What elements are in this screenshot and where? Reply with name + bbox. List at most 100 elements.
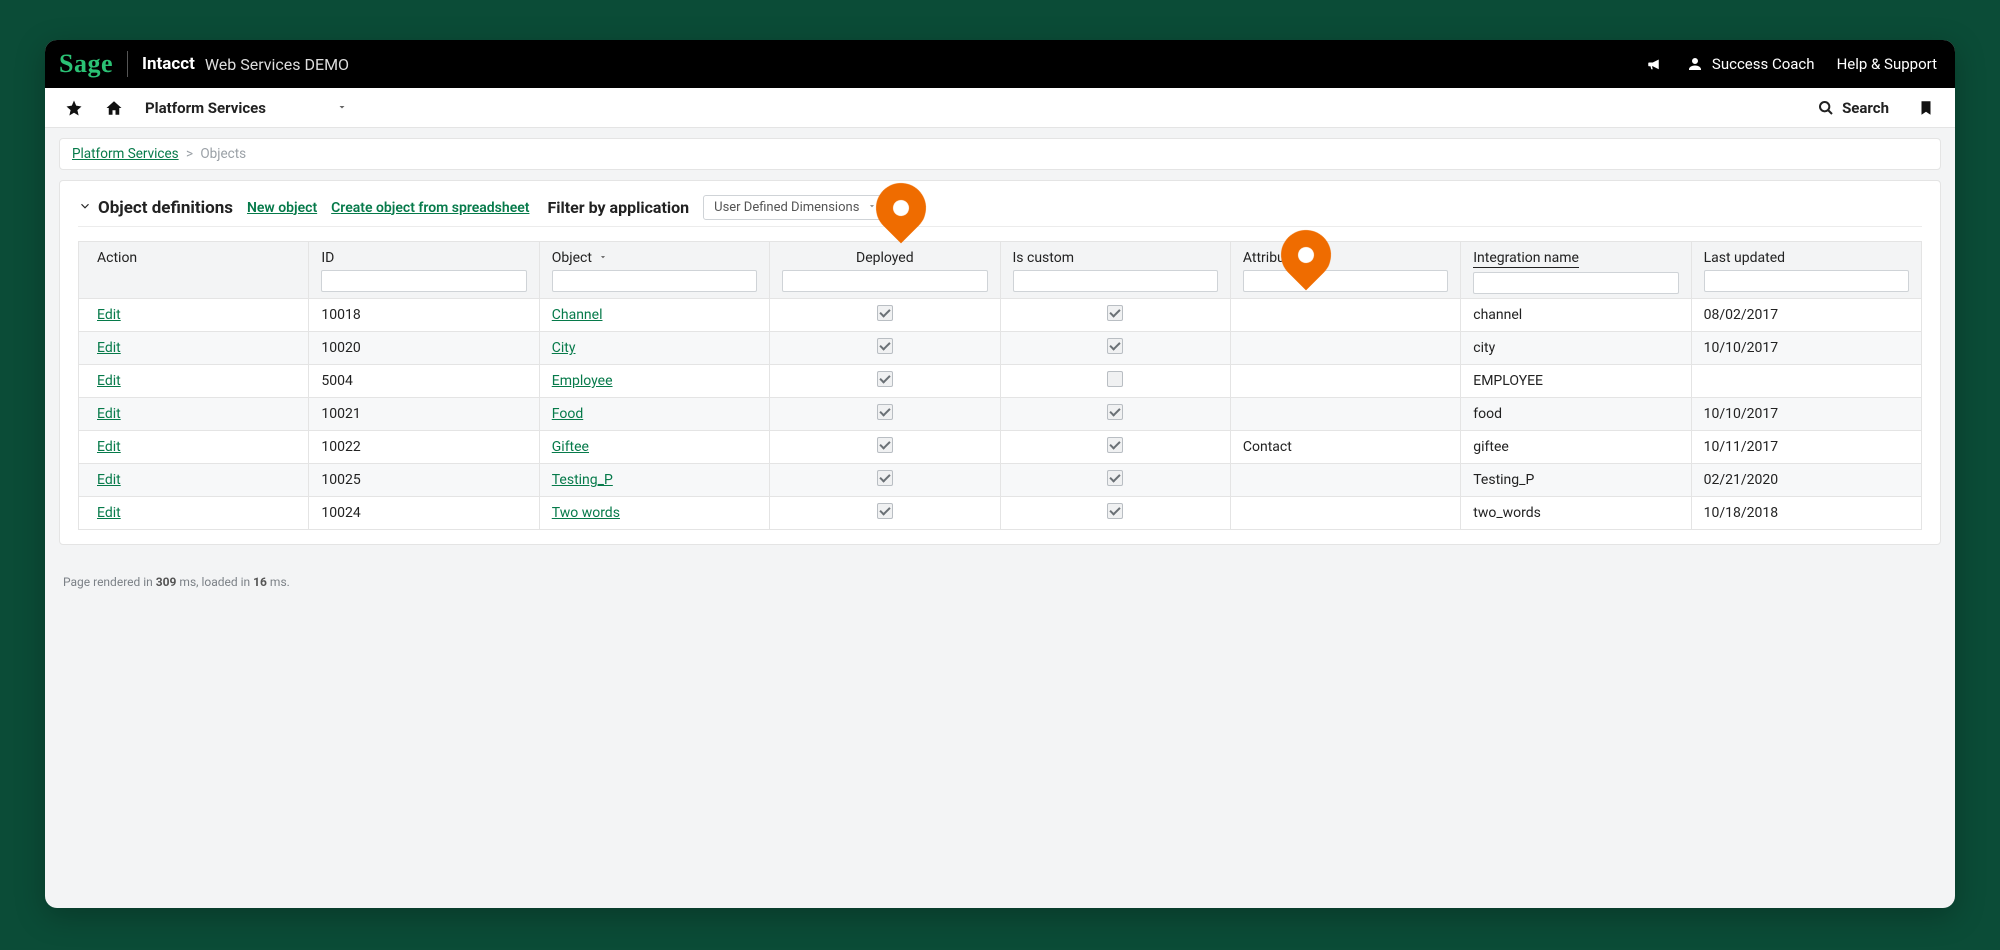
col-deployed: Deployed [770, 242, 1000, 299]
edit-link[interactable]: Edit [97, 340, 121, 356]
create-from-spreadsheet-link[interactable]: Create object from spreadsheet [331, 200, 529, 216]
object-link[interactable]: Giftee [552, 439, 589, 455]
new-object-link[interactable]: New object [247, 200, 317, 216]
object-link[interactable]: Employee [552, 373, 613, 389]
content-area: Platform Services > Objects Object defin… [45, 128, 1955, 908]
module-dropdown[interactable]: Platform Services [145, 99, 348, 117]
checkbox-icon [1107, 404, 1123, 420]
checkbox-icon [877, 470, 893, 486]
cell-id: 10022 [309, 431, 539, 464]
cell-attributes [1230, 398, 1460, 431]
col-integration: Integration name [1461, 242, 1691, 299]
edit-link[interactable]: Edit [97, 505, 121, 521]
user-menu[interactable]: Success Coach [1686, 55, 1815, 73]
edit-link[interactable]: Edit [97, 472, 121, 488]
filter-integration-input[interactable] [1473, 272, 1678, 294]
col-last-updated-label: Last updated [1704, 250, 1785, 266]
table-header: Action ID Object [79, 242, 1922, 299]
cell-integration: food [1461, 398, 1691, 431]
app-name: Intacct [142, 54, 195, 74]
cell-attributes [1230, 497, 1460, 530]
edit-link[interactable]: Edit [97, 373, 121, 389]
col-action: Action [79, 242, 309, 299]
col-is-custom-label: Is custom [1013, 250, 1074, 266]
section-title-label: Object definitions [98, 198, 233, 218]
col-object[interactable]: Object [539, 242, 769, 299]
checkbox-icon [1107, 470, 1123, 486]
filter-last-updated-input[interactable] [1704, 270, 1909, 292]
sage-logo: Sage [59, 49, 113, 79]
object-link[interactable]: Food [552, 406, 583, 422]
cell-attributes [1230, 464, 1460, 497]
cell-is-custom [1000, 365, 1230, 398]
cell-is-custom [1000, 398, 1230, 431]
module-dropdown-label: Platform Services [145, 99, 266, 117]
object-link[interactable]: City [552, 340, 576, 356]
cell-id: 10018 [309, 299, 539, 332]
footer-suffix: ms. [267, 575, 290, 589]
search-button[interactable]: Search [1818, 99, 1889, 117]
edit-link[interactable]: Edit [97, 439, 121, 455]
checkbox-icon [1107, 437, 1123, 453]
filter-application-select[interactable]: User Defined Dimensions [703, 195, 888, 220]
col-last-updated: Last updated [1691, 242, 1921, 299]
cell-integration: Testing_P [1461, 464, 1691, 497]
announcements-button[interactable] [1646, 55, 1664, 73]
cell-last-updated: 10/18/2018 [1691, 497, 1921, 530]
favorite-icon[interactable] [65, 99, 83, 117]
cell-is-custom [1000, 431, 1230, 464]
col-id-label: ID [321, 250, 334, 266]
cell-deployed [770, 431, 1000, 464]
footer-prefix: Page rendered in [63, 575, 156, 589]
breadcrumb-current: Objects [200, 146, 246, 162]
breadcrumb: Platform Services > Objects [59, 138, 1941, 170]
cell-attributes [1230, 365, 1460, 398]
filter-by-application-label: Filter by application [547, 198, 689, 217]
breadcrumb-link[interactable]: Platform Services [72, 146, 179, 162]
checkbox-icon [877, 338, 893, 354]
company-name: Web Services DEMO [205, 55, 349, 74]
section-toggle[interactable]: Object definitions [78, 198, 233, 218]
table-row: Edit10022GifteeContactgiftee10/11/2017 [79, 431, 1922, 464]
cell-attributes [1230, 332, 1460, 365]
cell-is-custom [1000, 332, 1230, 365]
checkbox-icon [877, 371, 893, 387]
cell-last-updated: 02/21/2020 [1691, 464, 1921, 497]
cell-last-updated: 10/11/2017 [1691, 431, 1921, 464]
cell-deployed [770, 365, 1000, 398]
cell-attributes [1230, 299, 1460, 332]
cell-integration: giftee [1461, 431, 1691, 464]
edit-link[interactable]: Edit [97, 406, 121, 422]
render-stats: Page rendered in 309 ms, loaded in 16 ms… [59, 575, 1941, 589]
bookmark-icon[interactable] [1917, 99, 1935, 117]
object-link[interactable]: Channel [552, 307, 603, 323]
cell-is-custom [1000, 299, 1230, 332]
cell-last-updated [1691, 365, 1921, 398]
edit-link[interactable]: Edit [97, 307, 121, 323]
cell-integration: EMPLOYEE [1461, 365, 1691, 398]
filter-object-input[interactable] [552, 270, 757, 292]
table-row: Edit10021Foodfood10/10/2017 [79, 398, 1922, 431]
object-link[interactable]: Testing_P [552, 472, 613, 488]
objects-table: Action ID Object [78, 241, 1922, 530]
table-row: Edit10025Testing_PTesting_P02/21/2020 [79, 464, 1922, 497]
filter-is-custom-input[interactable] [1013, 270, 1218, 292]
filter-attributes-input[interactable] [1243, 270, 1448, 292]
filter-deployed-input[interactable] [782, 270, 987, 292]
object-link[interactable]: Two words [552, 505, 620, 521]
cell-deployed [770, 497, 1000, 530]
footer-load-ms: 16 [253, 575, 267, 589]
footer-render-ms: 309 [156, 575, 177, 589]
logo-separator [127, 51, 128, 77]
col-id: ID [309, 242, 539, 299]
cell-integration: channel [1461, 299, 1691, 332]
cell-id: 5004 [309, 365, 539, 398]
filter-id-input[interactable] [321, 270, 526, 292]
table-row: Edit10020Citycity10/10/2017 [79, 332, 1922, 365]
breadcrumb-separator: > [186, 146, 193, 162]
help-link[interactable]: Help & Support [1837, 55, 1937, 73]
cell-last-updated: 08/02/2017 [1691, 299, 1921, 332]
filter-application-value: User Defined Dimensions [714, 200, 859, 215]
cell-last-updated: 10/10/2017 [1691, 398, 1921, 431]
home-icon[interactable] [105, 99, 123, 117]
